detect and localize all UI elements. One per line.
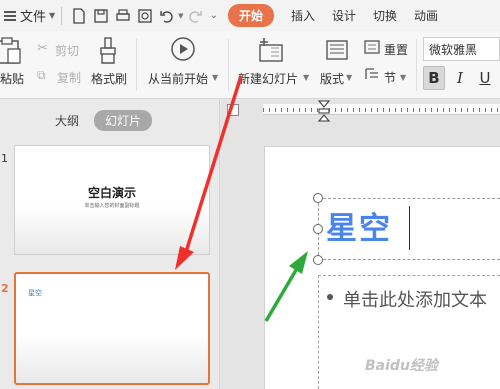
paste-icon[interactable] (0, 37, 22, 65)
watermark: Baidu经验 (365, 358, 438, 374)
bold-button[interactable]: B (423, 66, 445, 90)
slide-title-text[interactable]: 星空 (326, 203, 392, 248)
divider (61, 6, 63, 25)
redo-icon[interactable] (184, 5, 206, 27)
text-cursor (409, 206, 410, 250)
tab-animations[interactable]: 动画 (414, 7, 438, 24)
format-painter-label[interactable]: 格式刷 (91, 70, 127, 87)
reset-icon[interactable] (364, 40, 380, 54)
divider (416, 39, 417, 91)
panel-tabs: 大纲 幻灯片 (0, 110, 220, 132)
new-document-icon[interactable] (68, 5, 90, 27)
menu-bar: 文件 ▼ ▼ ⌄ 开始 插入 设计 切换 动画 (0, 0, 500, 31)
format-painter-icon[interactable] (97, 37, 119, 65)
hamburger-menu-icon[interactable] (4, 10, 18, 21)
divider (136, 39, 137, 91)
tab-slides[interactable]: 幻灯片 (94, 110, 153, 131)
thumbnail-subtitle: 单击输入您的封面副标题 (84, 203, 140, 209)
tab-insert[interactable]: 插入 (291, 7, 315, 24)
tab-home[interactable]: 开始 (227, 4, 274, 27)
indent-marker-icon[interactable] (318, 100, 330, 122)
section-button-label[interactable]: 节 (384, 69, 396, 86)
reset-button-label[interactable]: 重置 (384, 41, 408, 58)
cut-button-label[interactable]: 剪切 (55, 42, 79, 59)
tab-transitions[interactable]: 切换 (373, 7, 397, 24)
print-preview-icon[interactable] (134, 5, 156, 27)
paste-button-label[interactable]: 粘贴 (0, 70, 24, 87)
save-icon[interactable] (90, 5, 112, 27)
undo-icon[interactable] (156, 5, 178, 27)
resize-handle[interactable] (313, 193, 323, 203)
resize-handle[interactable] (313, 255, 323, 265)
new-slide-icon[interactable] (258, 37, 286, 63)
tab-outline[interactable]: 大纲 (55, 112, 79, 129)
section-icon[interactable] (364, 67, 380, 81)
file-menu-label: 文件 (20, 10, 47, 25)
horizontal-ruler (263, 104, 500, 115)
chevron-down-icon[interactable]: ▼ (212, 73, 218, 82)
content-placeholder-text[interactable]: 单击此处添加文本 (343, 286, 487, 312)
chevron-down-icon[interactable]: ▼ (400, 73, 406, 82)
slide-thumbnail-selected[interactable]: 星空 (14, 272, 210, 385)
from-current-button-label[interactable]: 从当前开始 (148, 70, 208, 87)
bullet-icon (327, 294, 333, 300)
copy-button-label[interactable]: 复制 (57, 69, 81, 86)
resize-handle[interactable] (313, 224, 323, 234)
print-icon[interactable] (112, 5, 134, 27)
slide-thumbnail[interactable]: 空白演示 单击输入您的封面副标题 (14, 145, 210, 255)
thumbnail-title: 空白演示 (87, 186, 136, 200)
play-from-current-icon[interactable] (170, 36, 196, 62)
customize-toolbar-icon[interactable]: ⌄ (210, 10, 218, 21)
layout-button-label[interactable]: 版式 (320, 70, 344, 87)
chevron-down-icon[interactable]: ▼ (346, 73, 352, 82)
italic-button[interactable]: I (449, 66, 471, 90)
slide-number: 1 (1, 152, 8, 165)
file-menu[interactable]: 文件 ▼ (20, 6, 55, 25)
chevron-down-icon: ▼ (49, 11, 56, 20)
chevron-down-icon[interactable]: ▼ (303, 73, 309, 82)
tab-design[interactable]: 设计 (332, 7, 356, 24)
copy-icon[interactable]: ⧉ (37, 68, 46, 83)
ruler-tab-selector[interactable] (227, 104, 239, 116)
divider (228, 39, 229, 91)
slide-number: 2 (1, 282, 9, 295)
new-slide-button-label[interactable]: 新建幻灯片 (238, 70, 298, 87)
underline-button[interactable]: U (474, 66, 496, 90)
scissors-icon[interactable]: ✂ (37, 41, 48, 56)
layout-icon[interactable] (326, 40, 348, 60)
font-name-select[interactable]: 微软雅黑 (423, 37, 500, 61)
ribbon-toolbar: 粘贴 ✂ 剪切 ⧉ 复制 格式刷 从当前开始 ▼ 新建幻灯片 ▼ 版式 ▼ 重置… (0, 31, 500, 99)
thumbnail-title: 星空 (28, 289, 42, 297)
